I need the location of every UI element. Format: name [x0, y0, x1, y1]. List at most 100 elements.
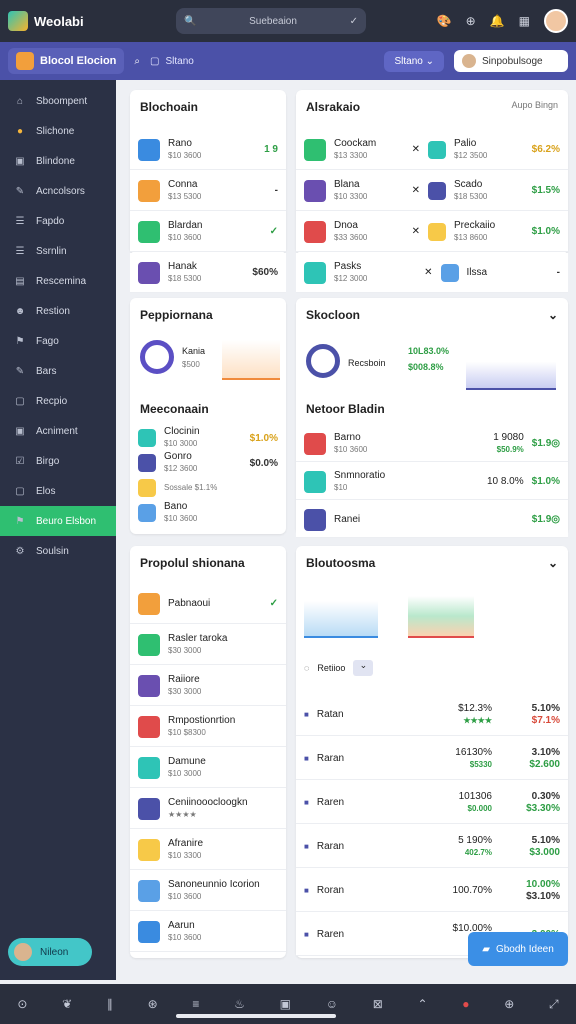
avatar[interactable]	[544, 9, 568, 33]
sidebar-item[interactable]: ⚑ Beuro Elsbon	[0, 506, 116, 536]
smile-icon[interactable]: ☺	[326, 997, 338, 1011]
row-values: 5.10% $7.1%	[500, 703, 560, 727]
floating-action-button[interactable]: ▰ Gbodh Ideen	[468, 932, 568, 966]
home-indicator[interactable]	[176, 1014, 336, 1018]
list-row[interactable]: Rasler taroka $30 3000	[130, 625, 286, 665]
list-row[interactable]: Hanak $18 5300 $60%	[130, 253, 286, 293]
list-row[interactable]: Dnoa $33 3600 ✕ Preckaiio $13 8600 $1.0%	[296, 212, 568, 252]
list-row[interactable]: Damune $10 3000	[130, 748, 286, 788]
list-row[interactable]: Ceniinooocloogkn ★★★★	[130, 789, 286, 829]
check-icon[interactable]: ✓	[350, 16, 358, 27]
row-values: 5.10% $3.000	[500, 835, 560, 859]
sidebar-item[interactable]: ✎ Acncolsors	[0, 176, 116, 206]
list-row[interactable]: Conna $13 5300-	[130, 171, 286, 211]
sidebar-item[interactable]: ✎ Bars	[0, 356, 116, 386]
list-row[interactable]: Raiiore $30 3000	[130, 666, 286, 706]
sidebar-item[interactable]: ▤ Rescemina	[0, 266, 116, 296]
leaf-icon[interactable]: ❦	[62, 997, 72, 1011]
alert-icon[interactable]: ●	[462, 997, 469, 1011]
image-icon[interactable]: ⊠	[373, 997, 383, 1011]
filter-dropdown[interactable]: ⌄	[353, 660, 374, 676]
bar-line-chart	[466, 344, 556, 390]
list-row[interactable]: ■ Raran 16130% $5330 3.10% $2.600	[296, 738, 568, 780]
panel-header: Blochoain	[130, 90, 286, 114]
panel-action[interactable]: Aupo Bingn	[511, 100, 558, 114]
help-button[interactable]: Nileon	[8, 938, 92, 966]
status-button[interactable]: Sltano ⌄	[384, 50, 444, 72]
up-icon[interactable]: ⌃	[417, 997, 427, 1011]
list-row[interactable]: Rano $10 3600 1 9	[130, 130, 286, 170]
search-icon[interactable]: ⌕	[134, 56, 140, 67]
list-row[interactable]: Pabnaoui ✓	[130, 584, 286, 624]
chart-icon[interactable]: ▦	[519, 14, 530, 28]
row-title: Raren	[316, 796, 345, 808]
list-row[interactable]: Sanoneunnio Icorion $10 3600	[130, 871, 286, 911]
palette-icon[interactable]: 🎨	[437, 14, 452, 28]
expand-icon[interactable]: ⤢	[549, 997, 559, 1012]
row-metric: 101306	[458, 790, 492, 802]
search-bar[interactable]: 🔍 Suebeaion ✓	[176, 8, 366, 34]
list-icon[interactable]: ≡	[192, 997, 199, 1011]
bars-icon[interactable]: ∥	[107, 997, 113, 1011]
list-row[interactable]: Sossale $1.1%	[130, 476, 286, 500]
status-chip[interactable]: ▢ Sltano	[150, 56, 194, 67]
row-subtitle: $30 3000	[168, 645, 202, 655]
list-row[interactable]: ■ Roran 100.70% 10.00% $3.10%	[296, 870, 568, 912]
list-row[interactable]: Pasks $12 3000 ✕ Ilssa -	[296, 253, 568, 293]
sidebar-item[interactable]: ⚙ Soulsin	[0, 536, 116, 566]
list-row[interactable]: Gonro $12 3600 $0.0%	[130, 451, 286, 475]
sidebar-item[interactable]: ▢ Elos	[0, 476, 116, 506]
sidebar-item[interactable]: ☰ Ssrnlin	[0, 236, 116, 266]
globe-icon[interactable]: ⊕	[504, 997, 514, 1011]
sidebar-item[interactable]: ▣ Blindone	[0, 146, 116, 176]
back-icon[interactable]: ⊙	[17, 997, 27, 1011]
row-marker-icon: ■	[304, 798, 309, 807]
settings-icon[interactable]: ⊛	[148, 997, 158, 1011]
list-row[interactable]: Ranei $1.9◎	[296, 502, 568, 538]
list-row[interactable]: Bano $10 3600	[130, 501, 286, 525]
bell-icon[interactable]: 🔔	[490, 14, 505, 28]
brand[interactable]: Weolabi	[8, 11, 168, 31]
list-row[interactable]: ■ Raren 101306 $0.000 0.30% $3.30%	[296, 782, 568, 824]
list-row[interactable]: Blardan $10 3600 ✓	[130, 212, 286, 252]
list-row[interactable]: Barno $10 3600 1 9080 $50.9% $1.9◎	[296, 426, 568, 462]
search-input[interactable]: Suebeaion	[202, 16, 343, 27]
list-row[interactable]: Blana $10 3300 ✕ Scado $18 5300 $1.5%	[296, 171, 568, 211]
user-button[interactable]: Sinpobulsoge	[454, 50, 568, 72]
row-title: Rasler taroka	[168, 632, 228, 644]
panel-p7: Propolul shionana Pabnaoui ✓ Rasler taroka $…	[130, 546, 286, 958]
row-thumbnail	[138, 633, 160, 656]
dropdown-chevron-icon[interactable]: ⌄	[548, 308, 558, 322]
sidebar-item[interactable]: ▢ Recpio	[0, 386, 116, 416]
list-row[interactable]: ■ Ratan $12.3% ★★★★ 5.10% $7.1%	[296, 694, 568, 736]
row-thumbnail	[138, 220, 160, 243]
row-text: Dnoa $33 3600	[334, 220, 404, 244]
user-avatar	[462, 54, 476, 68]
add-icon[interactable]: ⊕	[466, 14, 476, 28]
list-row[interactable]: Coockam $13 3300 ✕ Palio $12 3500 $6.2%	[296, 130, 568, 170]
list-row[interactable]: Afranire $10 3300	[130, 830, 286, 870]
row-value: 5.10%	[531, 834, 560, 846]
list-row[interactable]: ■ Raran 5 190% 402.7% 5.10% $3.000	[296, 826, 568, 868]
sidebar-item[interactable]: ⌂ Sboompent	[0, 86, 116, 116]
list-row[interactable]: Clocinin $10 3000 $1.0%	[130, 426, 286, 450]
list-row[interactable]: Snmnoratio $10 10 8.0% $1.0%	[296, 464, 568, 500]
sidebar-item[interactable]: ☰ Fapdo	[0, 206, 116, 236]
sidebar-item[interactable]: ▣ Acniment	[0, 416, 116, 446]
dropdown-chevron-icon[interactable]: ⌄	[548, 556, 558, 570]
row-text: Rano $10 3600	[168, 138, 256, 162]
list-row[interactable]: Aarun $10 3600	[130, 912, 286, 952]
sidebar-item[interactable]: ● Slichone	[0, 116, 116, 146]
row-thumbnail	[138, 479, 156, 497]
list-row[interactable]: Rmpostionrtion $10 $8300	[130, 707, 286, 747]
bell-icon[interactable]: ♨	[234, 997, 245, 1011]
row-thumbnail	[138, 838, 160, 861]
app-title-chip[interactable]: Blocol Elocion	[8, 48, 125, 74]
sidebar-item[interactable]: ☑ Birgo	[0, 446, 116, 476]
sidebar-item[interactable]: ☻ Restion	[0, 296, 116, 326]
sidebar-item[interactable]: ⚑ Fago	[0, 326, 116, 356]
filter-row[interactable]: ◌ Retiioo ⌄	[304, 660, 374, 676]
calendar-icon[interactable]: ▣	[280, 997, 291, 1011]
row-metrics: 1 9080 $50.9%	[464, 432, 524, 456]
image-icon: ▣	[15, 155, 25, 167]
